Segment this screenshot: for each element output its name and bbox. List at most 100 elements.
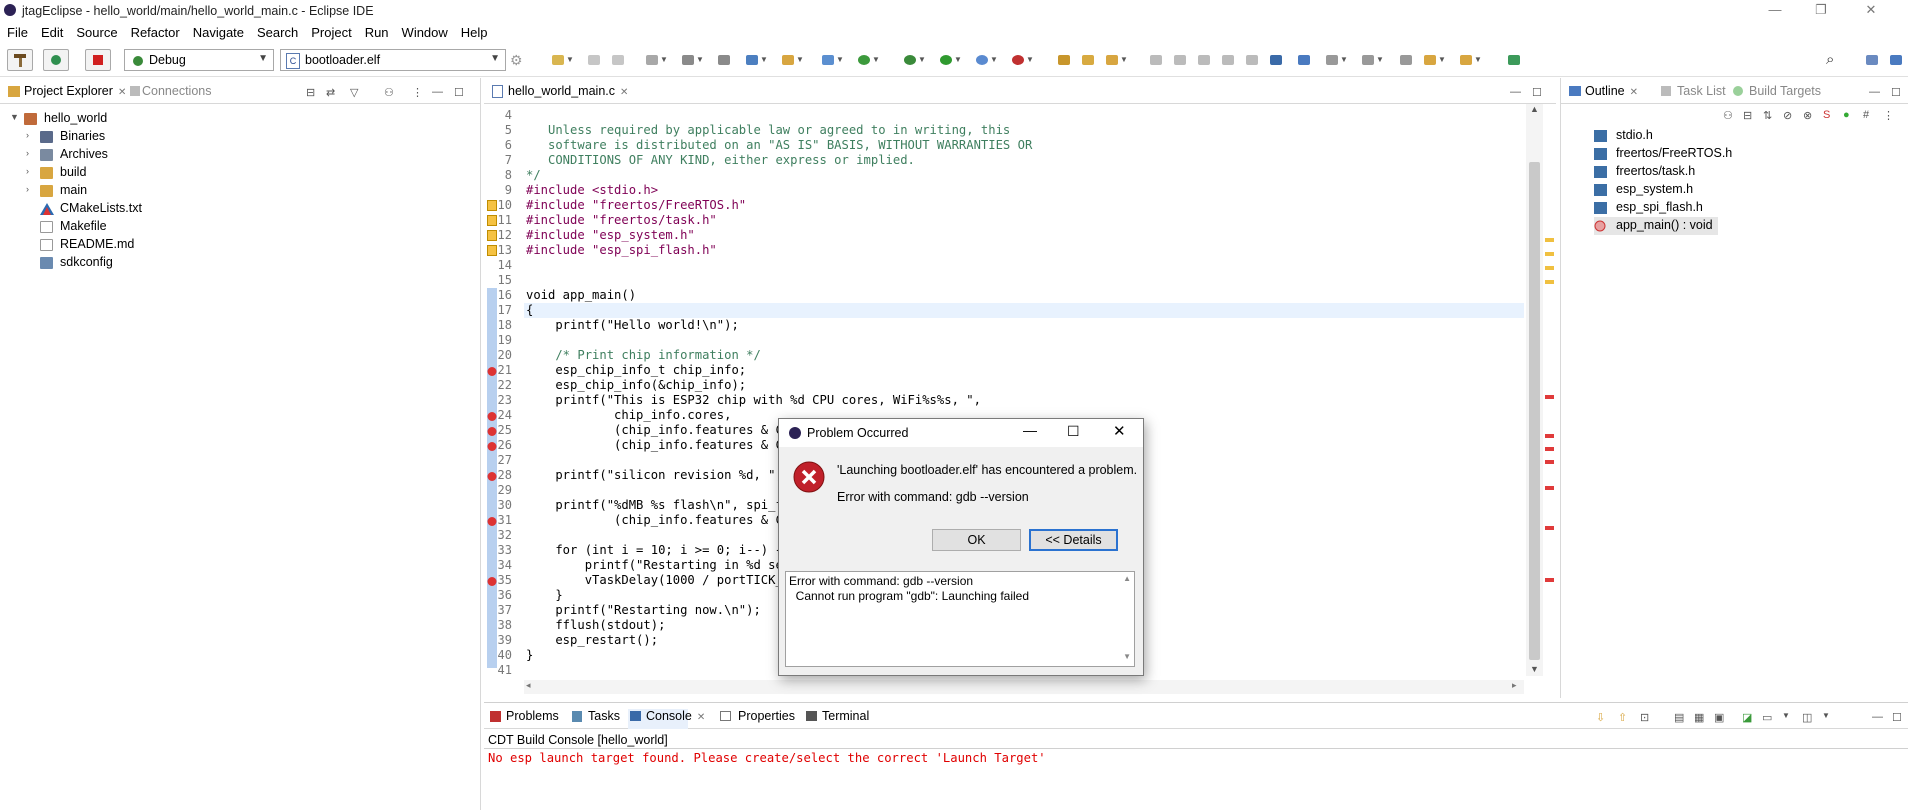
forward-icon[interactable] <box>1460 55 1472 65</box>
group-includes-icon[interactable]: # <box>1863 109 1869 121</box>
skip-breakpoints-icon[interactable] <box>1298 55 1310 65</box>
external-tools-icon[interactable] <box>1012 55 1024 65</box>
new-folder-icon[interactable] <box>782 55 794 65</box>
tab-tasks[interactable]: Tasks <box>588 709 620 723</box>
dropdown-arrow-icon[interactable]: ▼ <box>1120 55 1128 64</box>
gear-icon[interactable]: ⚙ <box>510 52 523 69</box>
tab-outline[interactable]: Outline ✕ <box>1585 84 1638 98</box>
dropdown-arrow-icon[interactable]: ▼ <box>1822 711 1830 720</box>
overview-error-mark[interactable] <box>1545 434 1554 438</box>
details-button[interactable]: << Details <box>1029 529 1118 551</box>
view-menu-icon[interactable]: ⋮ <box>1883 109 1894 122</box>
tab-console[interactable]: Console ✕ <box>646 709 705 723</box>
new-console-icon[interactable]: ◫ <box>1802 711 1812 724</box>
tab-build-targets[interactable]: Build Targets <box>1749 84 1821 98</box>
scroll-right-icon[interactable]: ▸ <box>1512 680 1517 691</box>
pin-editor-icon[interactable] <box>1508 55 1520 65</box>
last-edit-icon[interactable] <box>1400 55 1412 65</box>
tree-item-main[interactable]: › main <box>0 182 200 200</box>
close-tab-icon[interactable]: ✕ <box>1630 87 1638 98</box>
outline-item-app-main[interactable]: app_main() : void <box>1594 217 1718 235</box>
maximize-view-icon[interactable]: ☐ <box>1532 86 1542 99</box>
dialog-close-button[interactable]: ✕ <box>1113 422 1126 440</box>
overview-error-mark[interactable] <box>1545 526 1554 530</box>
search-icon[interactable]: ⌕ <box>1826 51 1834 68</box>
tab-problems[interactable]: Problems <box>506 709 559 723</box>
dialog-maximize-button[interactable]: ☐ <box>1067 423 1080 440</box>
overview-warning-mark[interactable] <box>1545 238 1554 242</box>
coverage-icon[interactable] <box>976 55 988 65</box>
tree-item-readme[interactable]: README.md <box>0 236 200 254</box>
details-text-area[interactable]: Error with command: gdb --version Cannot… <box>785 571 1135 667</box>
open-folder-icon[interactable] <box>1082 55 1094 65</box>
clear-console-icon[interactable]: ▤ <box>1674 711 1684 724</box>
launch-mode-select[interactable]: Debug ▼ <box>124 49 274 71</box>
dropdown-arrow-icon[interactable]: ▼ <box>1376 55 1384 64</box>
scroll-up-icon[interactable]: ▲ <box>1530 104 1539 114</box>
dropdown-arrow-icon[interactable]: ▼ <box>1026 55 1034 64</box>
collapsed-chevron-icon[interactable]: › <box>26 184 29 194</box>
word-wrap-icon[interactable]: ▦ <box>1694 711 1704 724</box>
menu-refactor[interactable]: Refactor <box>124 22 186 40</box>
dropdown-arrow-icon[interactable]: ▼ <box>696 55 704 64</box>
display-console-icon[interactable]: ▭ <box>1762 711 1772 724</box>
open-perspective-icon[interactable] <box>1866 55 1878 65</box>
tab-project-explorer[interactable]: Project Explorer ✕ <box>24 84 126 98</box>
dropdown-arrow-icon[interactable]: ▼ <box>660 55 668 64</box>
error-marker-icon[interactable] <box>487 411 497 422</box>
maximize-view-icon[interactable]: ☐ <box>454 86 464 99</box>
people-icon[interactable]: ⚇ <box>1723 109 1733 122</box>
error-marker-icon[interactable] <box>487 471 497 482</box>
sort-icon[interactable]: ⇅ <box>1763 109 1772 122</box>
collapse-all-icon[interactable]: ⊟ <box>306 86 315 99</box>
tab-terminal[interactable]: Terminal <box>822 709 869 723</box>
tree-item-makefile[interactable]: Makefile <box>0 218 200 236</box>
dropdown-arrow-icon[interactable]: ▼ <box>918 55 926 64</box>
minimize-button[interactable]: — <box>1752 2 1798 20</box>
scroll-up-icon[interactable]: ▲ <box>1123 574 1131 583</box>
tree-item-archives[interactable]: › Archives <box>0 146 200 164</box>
overview-error-mark[interactable] <box>1545 395 1554 399</box>
expanded-chevron-icon[interactable]: ▼ <box>10 112 19 122</box>
collapsed-chevron-icon[interactable]: › <box>26 130 29 140</box>
menu-navigate[interactable]: Navigate <box>186 22 250 40</box>
scroll-down-icon[interactable]: ▼ <box>1530 664 1539 674</box>
menu-help[interactable]: Help <box>454 22 494 40</box>
menu-window[interactable]: Window <box>395 22 454 40</box>
save-icon[interactable] <box>588 55 600 65</box>
minimize-view-icon[interactable]: — <box>432 86 443 98</box>
link-editor-icon[interactable]: ⇄ <box>326 86 335 99</box>
collapse-all-icon[interactable]: ⊟ <box>1743 109 1752 122</box>
error-marker-icon[interactable] <box>487 516 497 527</box>
save-all-icon[interactable] <box>612 55 624 65</box>
close-tab-icon[interactable]: ✕ <box>697 712 705 723</box>
ok-button[interactable]: OK <box>932 529 1021 551</box>
view-menu-icon[interactable]: ⋮ <box>412 86 423 99</box>
warning-marker-icon[interactable] <box>487 230 497 241</box>
error-marker-icon[interactable] <box>487 366 497 377</box>
overview-error-mark[interactable] <box>1545 578 1554 582</box>
tree-item-sdkconfig[interactable]: sdkconfig <box>0 254 200 272</box>
search-tool-icon[interactable] <box>1106 55 1118 65</box>
collapsed-chevron-icon[interactable]: › <box>26 166 29 176</box>
settings-icon[interactable] <box>646 55 658 65</box>
warning-marker-icon[interactable] <box>487 215 497 226</box>
device-icon[interactable] <box>718 55 730 65</box>
editor-vertical-scrollbar[interactable]: ▲ ▼ <box>1526 104 1543 676</box>
menu-project[interactable]: Project <box>304 22 357 40</box>
error-marker-icon[interactable] <box>487 426 497 437</box>
new-project-icon[interactable] <box>746 55 758 65</box>
dropdown-arrow-icon[interactable]: ▼ <box>872 55 880 64</box>
scroll-lock-icon[interactable]: ⊡ <box>1640 711 1649 724</box>
tree-item-cmakelists[interactable]: CMakeLists.txt <box>0 200 200 218</box>
build-hammer-button[interactable] <box>7 49 33 71</box>
tree-item-hello-world[interactable]: ▼ hello_world <box>0 110 200 128</box>
tab-hello-world-main[interactable]: hello_world_main.c ✕ <box>508 84 628 98</box>
editor-horizontal-scrollbar[interactable]: ◂ ▸ <box>524 680 1524 694</box>
minimize-view-icon[interactable]: — <box>1510 86 1521 98</box>
outline-item-freertos[interactable]: freertos/FreeRTOS.h <box>1594 145 1744 163</box>
dropdown-arrow-icon[interactable]: ▼ <box>760 55 768 64</box>
scroll-up-icon[interactable]: ⇧ <box>1618 711 1627 724</box>
close-button[interactable]: ✕ <box>1848 2 1894 20</box>
block-icon[interactable] <box>1198 55 1210 65</box>
